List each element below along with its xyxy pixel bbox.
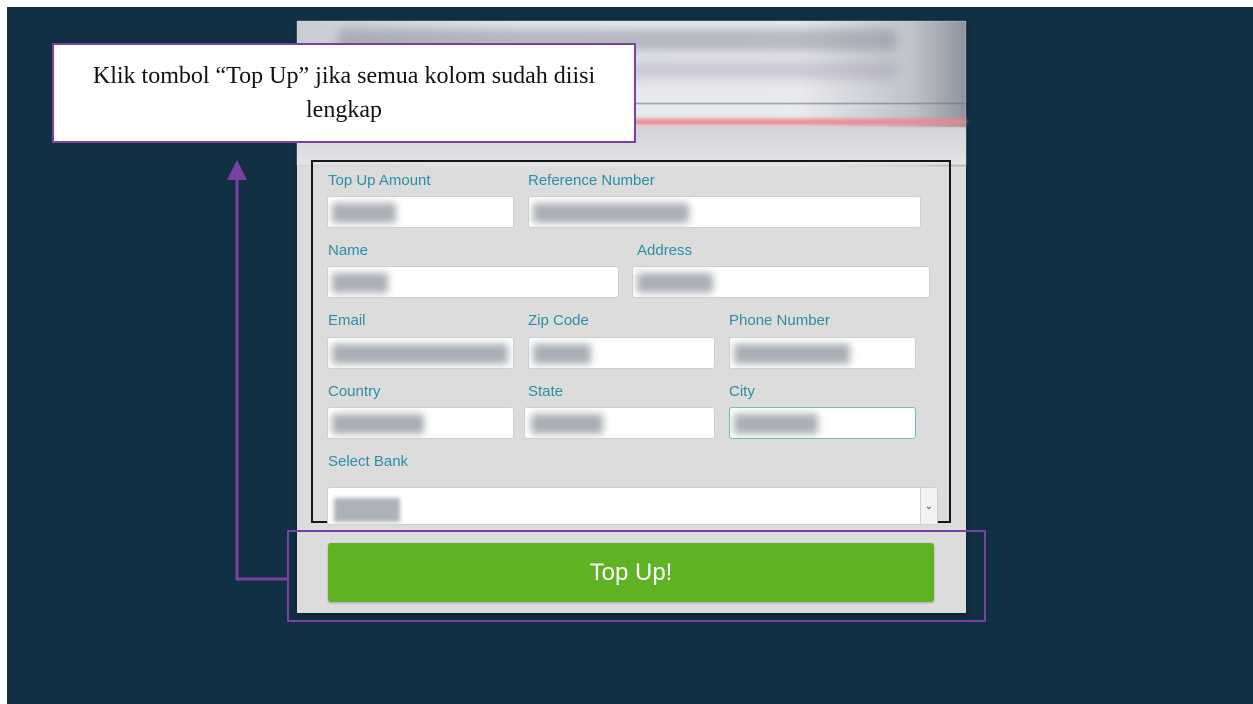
select-bank-dropdown[interactable]: ⌄ [327,487,938,525]
blurred-value [734,414,818,434]
label-address: Address [637,242,693,259]
reference-number-input[interactable] [528,196,921,228]
country-input[interactable] [327,407,514,439]
label-name: Name [328,242,369,259]
blurred-value [332,273,388,293]
label-state: State [528,383,564,400]
name-input[interactable] [327,266,619,298]
blurred-value [332,414,424,434]
label-city: City [729,383,755,400]
blurred-value [332,203,396,223]
instruction-callout: Klik tombol “Top Up” jika semua kolom su… [52,43,636,143]
blurred-value [531,414,603,434]
label-select-bank: Select Bank [328,453,409,470]
top-up-amount-input[interactable] [327,196,514,228]
label-top-up-amount: Top Up Amount [328,172,431,189]
address-input[interactable] [632,266,930,298]
zip-code-input[interactable] [528,337,715,369]
callout-text: Klik tombol “Top Up” jika semua kolom su… [92,63,596,123]
state-input[interactable] [524,407,715,439]
label-phone-number: Phone Number [729,312,830,329]
blurred-bank-logo [334,498,400,522]
label-country: Country [328,383,381,400]
label-zip-code: Zip Code [528,312,589,329]
blurred-value [533,344,591,364]
email-input[interactable] [327,337,514,369]
label-reference-number: Reference Number [528,172,655,189]
button-highlight-frame [287,530,986,622]
blurred-value [734,344,850,364]
blurred-value [637,273,713,293]
chevron-down-icon[interactable]: ⌄ [920,488,937,524]
phone-number-input[interactable] [729,337,916,369]
blurred-value [533,203,689,223]
blurred-value [332,344,508,364]
label-email: Email [328,312,366,329]
city-input[interactable] [729,407,916,439]
